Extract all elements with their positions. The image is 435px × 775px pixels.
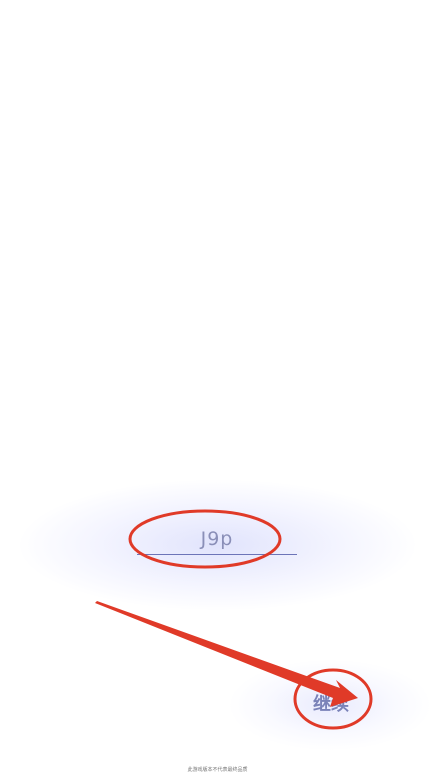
name-input[interactable] (137, 524, 297, 555)
footer-disclaimer: 此游戏版本不代表最终品质 (187, 767, 248, 773)
annotation-overlay (95, 509, 373, 730)
continue-button[interactable]: 继续 (303, 688, 359, 718)
character-naming-screen: 继续 此游戏版本不代表最终品质 (0, 0, 435, 775)
